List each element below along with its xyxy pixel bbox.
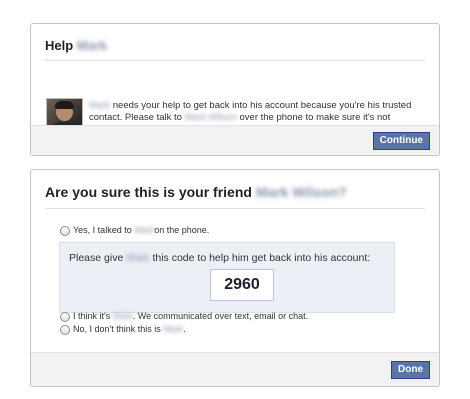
done-button[interactable]: Done xyxy=(391,361,430,379)
help-message-name: Mark xyxy=(89,100,111,111)
verify-title-prefix: Are you sure this is your friend xyxy=(45,184,256,200)
option-text-name: Mark xyxy=(112,311,133,321)
verify-card-title: Are you sure this is your friend Mark Wi… xyxy=(45,184,425,209)
help-message-contact-name: Mark Wilson xyxy=(184,112,237,123)
option-phone-suffix: on the phone. xyxy=(154,225,210,235)
option-no-suffix: . xyxy=(183,324,186,334)
option-communicated-text[interactable]: I think it's Mark. We communicated over … xyxy=(60,311,308,322)
radio-not-friend[interactable] xyxy=(60,324,70,335)
radio-communicated-text[interactable] xyxy=(60,311,70,322)
option-phone-name: Mark xyxy=(134,225,155,235)
option-not-friend[interactable]: No, I don't think this is Mark. xyxy=(60,324,186,335)
option-no-prefix: No, I don't think this is xyxy=(73,324,161,334)
option-text-prefix: I think it's xyxy=(73,311,111,321)
option-talked-on-phone[interactable]: Yes, I talked to Mark on the phone. xyxy=(60,225,209,236)
option-text-suffix: . We communicated over text, email or ch… xyxy=(132,311,309,321)
continue-button[interactable]: Continue xyxy=(372,132,430,150)
option-phone-prefix: Yes, I talked to xyxy=(73,225,132,235)
recovery-code: 2960 xyxy=(210,269,274,301)
option-no-name: Mark xyxy=(163,324,184,334)
help-card-title: Help Mark xyxy=(45,38,425,61)
code-panel: Please give Mark this code to help him g… xyxy=(59,242,395,313)
help-card-footer: Continue xyxy=(31,125,439,155)
verify-card-footer: Done xyxy=(31,352,439,386)
radio-talked-on-phone[interactable] xyxy=(60,225,70,236)
verify-title-name: Mark Wilson? xyxy=(255,184,347,200)
help-card: Help Mark Mark needs your help to get ba… xyxy=(30,23,440,156)
code-instruction-suffix: this code to help him get back into his … xyxy=(149,252,371,264)
help-title-prefix: Help xyxy=(45,38,74,53)
avatar-hair-shape xyxy=(55,101,74,109)
code-instruction-prefix: Please give xyxy=(69,252,127,264)
verify-card: Are you sure this is your friend Mark Wi… xyxy=(30,169,440,387)
code-instruction-name: Mark xyxy=(126,252,150,264)
code-instruction: Please give Mark this code to help him g… xyxy=(69,252,370,264)
help-title-name: Mark xyxy=(76,38,108,53)
